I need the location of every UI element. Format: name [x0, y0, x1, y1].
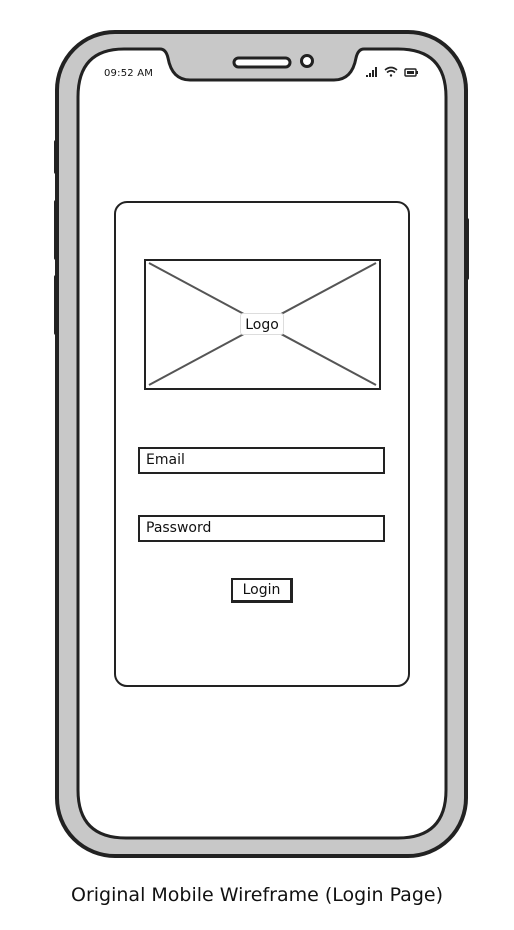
wifi-icon [384, 66, 398, 77]
password-field[interactable]: Password [138, 515, 385, 542]
status-icons [366, 66, 418, 77]
login-button[interactable]: Login [231, 578, 293, 603]
status-time: 09:52 AM [104, 68, 154, 79]
battery-icon [404, 68, 418, 77]
logo-label: Logo [240, 313, 284, 335]
wireframe-caption: Original Mobile Wireframe (Login Page) [71, 884, 443, 906]
email-field[interactable]: Email [138, 447, 385, 474]
signal-icon [366, 67, 377, 77]
